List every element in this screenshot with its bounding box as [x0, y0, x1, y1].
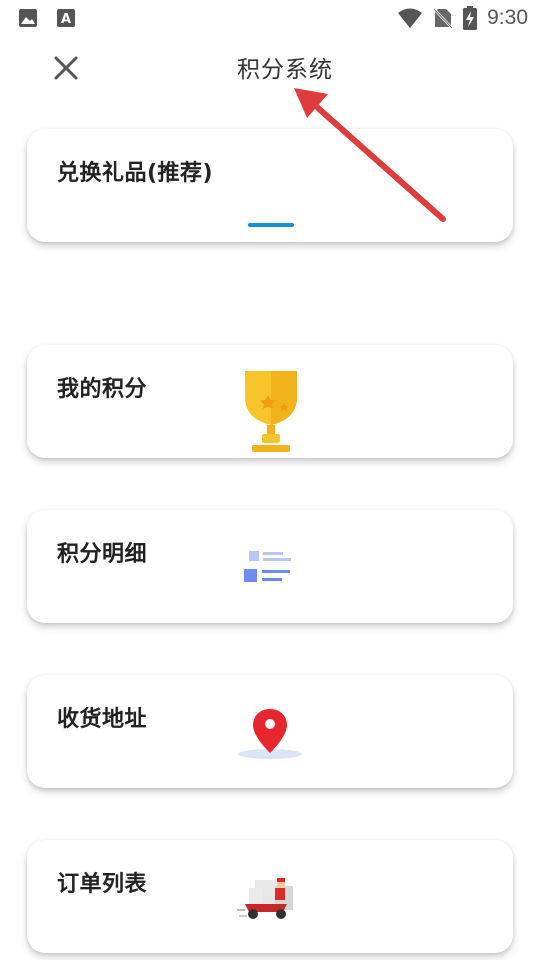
loading-bar-icon: [248, 223, 294, 227]
card-shipping-address[interactable]: 收货地址: [27, 675, 513, 788]
font-a-icon: A: [57, 9, 75, 27]
card-my-points[interactable]: 我的积分: [27, 345, 513, 458]
card-label: 订单列表: [57, 872, 148, 897]
card-label: 积分明细: [57, 542, 148, 567]
status-bar: A 9:30: [0, 0, 540, 36]
battery-charging-icon: [463, 6, 478, 30]
card-label: 我的积分: [57, 377, 148, 402]
list-detail-icon: [244, 551, 291, 582]
page-title: 积分系统: [237, 57, 333, 83]
points-system-screen: A 9:30 积分系统 兑换礼品(推荐) 我的积分 积分明细 收货地址 订单列表: [0, 0, 540, 960]
svg-text:A: A: [61, 12, 71, 27]
trophy-icon: [245, 371, 297, 452]
title-bar: 积分系统: [0, 36, 540, 96]
status-bar-left: A: [18, 8, 76, 28]
status-bar-right: 9:30: [397, 6, 528, 30]
location-pin-icon: [238, 709, 302, 759]
delivery-courier-icon: [237, 878, 293, 919]
card-order-list[interactable]: 订单列表: [27, 840, 513, 953]
image-icon: [19, 9, 37, 27]
card-label: 收货地址: [57, 707, 148, 732]
status-time: 9:30: [487, 6, 528, 29]
wifi-icon: [398, 8, 423, 28]
no-sim-icon: [433, 8, 454, 29]
card-points-detail[interactable]: 积分明细: [27, 510, 513, 623]
card-redeem-gifts[interactable]: 兑换礼品(推荐): [27, 129, 513, 242]
card-label: 兑换礼品(推荐): [57, 161, 214, 186]
